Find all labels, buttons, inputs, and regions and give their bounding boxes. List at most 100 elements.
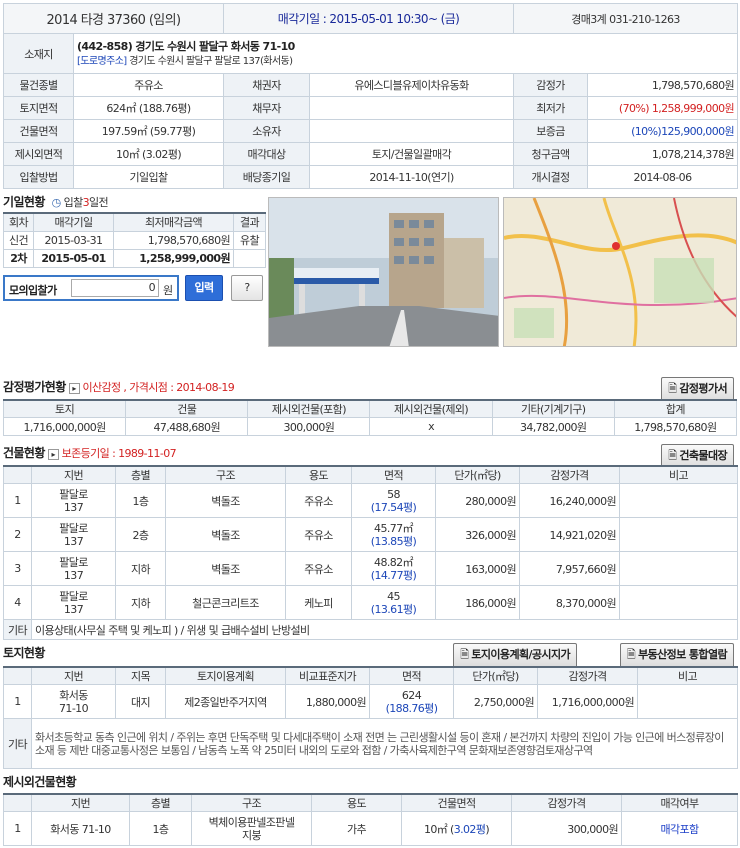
cell: 1,880,000원	[285, 684, 370, 719]
real-estate-info-button[interactable]: 🗎 부동산정보 통합열람	[619, 643, 734, 668]
etc-label: 기타	[3, 619, 32, 640]
auction-history: 기일현황 ◷ 입찰3일전 회차 매각기일 최저매각금액 결과 신건 2015-0…	[3, 194, 266, 301]
mock-bid-input[interactable]: 0	[71, 278, 159, 297]
appraisal-sub: 이산감정 , 가격시점 : 2014-08-19	[82, 381, 235, 394]
area-close: )	[485, 822, 490, 836]
info-label: 채무자	[223, 96, 310, 120]
cell: 186,000원	[435, 585, 520, 620]
extra-building-header: 제시외건물현황	[3, 773, 737, 791]
deposit: (10%)125,900,000원	[587, 119, 739, 143]
document-icon: 🗎	[668, 449, 677, 462]
info-label: 토지면적	[3, 96, 74, 120]
cell: 326,000원	[435, 517, 520, 552]
cell: 케노피	[285, 585, 352, 620]
col-header: 기타(기계기구)	[491, 399, 615, 418]
cell: 유찰	[233, 230, 266, 250]
cell: 팔달로 137	[31, 483, 116, 518]
col-header: 단가(㎡당)	[453, 666, 538, 685]
table-row: 1 팔달로 137 1층 벽돌조 주유소 58 (17.54평) 280,000원…	[3, 483, 738, 518]
extra-building-title: 제시외건물현황	[3, 775, 77, 789]
info-label: 제시외면적	[3, 142, 74, 166]
info-label: 건물면적	[3, 119, 74, 143]
table-row: 1 화서동 71-10 대지 제2종일반주거지역 1,880,000원 624(…	[3, 684, 738, 719]
road-address-tag[interactable]: [도로명주소]	[77, 56, 127, 67]
cell: 2015-05-01	[33, 248, 114, 268]
case-summary-table: 2014 타경 37360 (임의) 매각기일 : 2015-05-01 10:…	[3, 3, 739, 189]
table-row: 4 팔달로 137 지하 철근콘크리트조 케노피 45 (13.61평) 186,…	[3, 585, 738, 620]
building-table: 지번 층별 구조 용도 면적 단가(㎡당) 감정가격 비고 1 팔달로 137 …	[3, 465, 738, 640]
table-row: 3 팔달로 137 지하 벽돌조 주유소 48.82㎡ (14.77평) 163,…	[3, 551, 738, 586]
cell: 7,957,660원	[519, 551, 620, 586]
property-photo[interactable]	[268, 197, 499, 347]
col-header: 최저매각금액	[113, 212, 234, 232]
cell: 주유소	[285, 551, 352, 586]
road-address: 경기도 수원시 팔달구 팔달로 137(화서동)	[129, 55, 293, 67]
cell: 163,000원	[435, 551, 520, 586]
clock-icon: ◷	[51, 196, 62, 209]
document-icon: 🗎	[626, 648, 636, 661]
info-label: 채권자	[223, 73, 310, 97]
minimum-price: (70%) 1,258,999,000원	[587, 96, 739, 120]
cell: 1	[3, 684, 32, 719]
land-header: 토지현황 🗎 토지이용계획/공시지가 🗎 부동산정보 통합열람	[3, 643, 737, 668]
area-pyeong: (14.77평)	[370, 568, 417, 582]
info-label: 보증금	[513, 119, 589, 143]
area: 10㎡ (	[423, 822, 454, 836]
cell: 3	[3, 551, 32, 586]
arrow-right-icon: ▸	[47, 448, 59, 460]
cell: 2층	[115, 517, 166, 552]
sale-date: 매각기일 : 2015-05-01 10:30~ (금)	[222, 3, 515, 34]
cell: 300,000원	[247, 417, 371, 436]
cell: 철근콘크리트조	[165, 585, 286, 620]
submit-button[interactable]: 입력	[185, 274, 223, 301]
cell: 1,798,570,680원	[113, 230, 234, 250]
info-value: 197.59㎡ (59.77평)	[73, 119, 224, 143]
info-value: 2014-11-10(연기)	[308, 165, 515, 189]
info-label: 물건종별	[3, 73, 74, 97]
cell: 1	[3, 811, 32, 846]
table-row: 2 팔달로 137 2층 벽돌조 주유소 45.77㎡ (13.85평) 326,…	[3, 517, 738, 552]
cell: 주유소	[285, 517, 352, 552]
cell: 47,488,680원	[125, 417, 249, 436]
cell: 1,716,000,000원	[537, 684, 638, 719]
mock-bid-unit: 원	[163, 283, 173, 297]
col-header: 감정가격	[519, 465, 620, 484]
cell	[233, 248, 266, 268]
col-header: 매각기일	[33, 212, 114, 232]
claim-amount: 1,078,214,378원	[587, 142, 739, 166]
help-button[interactable]: ?	[231, 274, 263, 301]
appraisal-table: 토지 건물 제시외건물(포함) 제시외건물(제외) 기타(기계기구) 합계 1,…	[2, 399, 738, 436]
col-header: 비고	[619, 465, 738, 484]
col-header: 감정가격	[537, 666, 638, 685]
cell: 1층	[115, 483, 166, 518]
cell: 벽돌조	[165, 483, 286, 518]
info-label: 소유자	[223, 119, 310, 143]
table-row: 2차 2015-05-01 1,258,999,000원	[3, 248, 266, 268]
col-header: 건물	[125, 399, 249, 418]
building-title: 건물현황	[3, 446, 45, 460]
land-table: 지번 지목 토지이용계획 비교표준지가 면적 단가(㎡당) 감정가격 비고 1 …	[3, 666, 738, 769]
auction-table: 회차 매각기일 최저매각금액 결과 신건 2015-03-31 1,798,57…	[3, 212, 266, 268]
table-row: 신건 2015-03-31 1,798,570,680원 유찰	[3, 230, 266, 250]
info-value: 토지/건물일괄매각	[308, 142, 515, 166]
cell: 34,782,000원	[491, 417, 615, 436]
col-header: 면적	[369, 666, 454, 685]
cell: 1,716,000,000원	[2, 417, 127, 436]
street-photo-image	[269, 198, 498, 346]
table-row: 1 화서동 71-10 1층 벽체이용판넬조판넬 지붕 가추 10㎡ (3.02…	[3, 811, 738, 846]
location-map[interactable]	[503, 197, 737, 347]
land-etc: 화서초등학교 동측 인근에 위치 / 주위는 후면 단독주택 및 다세대주택이 …	[31, 718, 738, 769]
col-header: 토지	[2, 399, 127, 418]
col-header: 지번	[31, 666, 116, 685]
col-header: 면적	[351, 465, 436, 484]
cell: 가추	[311, 811, 402, 846]
document-icon: 🗎	[668, 382, 677, 395]
cell: 8,370,000원	[519, 585, 620, 620]
info-value: 유에스디블유제이차유동화	[308, 73, 515, 97]
col-header: 용도	[311, 793, 402, 812]
col-header: 층별	[115, 465, 166, 484]
info-label: 개시결정	[513, 165, 589, 189]
area: 624	[401, 688, 422, 702]
land-use-plan-button[interactable]: 🗎 토지이용계획/공시지가	[453, 643, 577, 668]
sale-status: 매각포함	[621, 811, 738, 846]
